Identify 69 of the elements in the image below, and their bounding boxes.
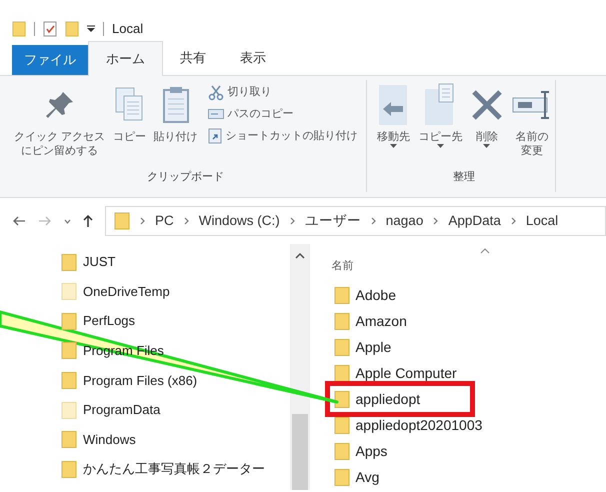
chevron-right-icon — [184, 217, 189, 225]
customize-dropdown-icon[interactable] — [87, 25, 95, 33]
chevron-right-icon — [140, 217, 145, 225]
folder-icon — [334, 286, 350, 304]
folder-icon — [334, 312, 350, 330]
chevron-down-icon[interactable] — [64, 218, 71, 224]
ribbon-button[interactable]: コピー — [110, 80, 148, 144]
folder-icon — [334, 468, 350, 486]
path-icon — [208, 109, 224, 120]
chevron-right-icon — [510, 217, 516, 225]
ribbon-button[interactable]: コピー先 — [416, 80, 465, 148]
folder-icon — [334, 390, 350, 408]
file-item[interactable]: Avg — [330, 464, 380, 490]
file-item[interactable]: Amazon — [330, 308, 407, 334]
breadcrumb[interactable]: nagao — [386, 210, 424, 232]
folder-icon — [334, 364, 350, 382]
window-title: Local — [112, 20, 144, 38]
ribbon-button[interactable]: クイック アクセス にピン留めする — [12, 80, 108, 159]
address-bar[interactable]: PC Windows (C:) ユーザー nagao AppData Local — [105, 206, 606, 236]
group-label: クリップボード — [146, 170, 226, 185]
chevron-right-icon — [433, 217, 438, 225]
breadcrumb[interactable]: ユーザー — [304, 210, 361, 232]
sort-ascending-icon — [480, 248, 490, 254]
ribbon-tab[interactable]: 表示 — [223, 41, 283, 75]
scrollbar-thumb[interactable] — [292, 414, 308, 490]
ribbon-tab[interactable]: 共有 — [163, 41, 223, 75]
breadcrumb[interactable]: AppData — [448, 210, 501, 232]
nav-item[interactable]: Program Files (x86) — [55, 366, 204, 396]
ribbon-button[interactable]: 移動先 — [373, 80, 414, 148]
ribbon-button[interactable]: ショートカットの貼り付け — [206, 126, 360, 146]
shortcut-icon — [208, 128, 222, 144]
chevron-right-icon — [370, 217, 376, 225]
folder-icon — [334, 416, 350, 434]
folder-icon — [65, 20, 79, 38]
back-arrow-icon[interactable] — [12, 216, 26, 226]
up-arrow-icon[interactable] — [83, 214, 93, 228]
file-item[interactable]: appliedopt20201003 — [330, 412, 482, 438]
breadcrumb[interactable]: PC — [155, 210, 174, 232]
ribbon-tab[interactable]: ホーム — [88, 41, 163, 76]
folder-icon — [114, 211, 130, 231]
ribbon-button[interactable]: 切り取り — [206, 83, 360, 102]
file-item[interactable]: Apple Computer — [330, 360, 457, 386]
nav-item[interactable]: JUST — [55, 247, 122, 277]
ribbon-button[interactable]: 削除 — [468, 80, 506, 148]
ribbon-button[interactable]: 貼り付け — [152, 80, 200, 144]
folder-icon — [334, 338, 350, 356]
properties-icon[interactable] — [43, 21, 57, 37]
chevron-right-icon — [290, 217, 295, 225]
breadcrumb[interactable]: Local — [526, 210, 558, 232]
nav-item[interactable]: かんたん工事写真帳２データー — [55, 454, 271, 484]
folder-icon — [334, 442, 350, 460]
nav-item[interactable]: Windows — [55, 424, 142, 454]
scissors-icon — [208, 84, 224, 100]
breadcrumb[interactable]: Windows (C:) — [198, 210, 280, 232]
ribbon-button[interactable]: 名前の 変更 — [509, 80, 556, 159]
ribbon-button[interactable]: パスのコピー — [206, 105, 360, 124]
scrollbar[interactable] — [290, 244, 310, 490]
nav-item[interactable]: OneDriveTemp — [55, 276, 176, 306]
file-tab[interactable]: ファイル — [12, 45, 88, 75]
file-item[interactable]: Apps — [330, 438, 388, 464]
column-header[interactable]: 名前 — [330, 257, 356, 276]
nav-item[interactable]: ProgramData — [55, 395, 166, 425]
file-item[interactable]: appliedopt — [330, 386, 470, 412]
file-item[interactable]: Adobe — [330, 282, 396, 308]
nav-item[interactable]: PerfLogs — [55, 306, 142, 336]
group-label: 整理 — [452, 170, 476, 185]
folder-icon — [12, 20, 26, 38]
file-item[interactable]: Apple — [330, 334, 392, 360]
delete-icon — [470, 88, 504, 122]
